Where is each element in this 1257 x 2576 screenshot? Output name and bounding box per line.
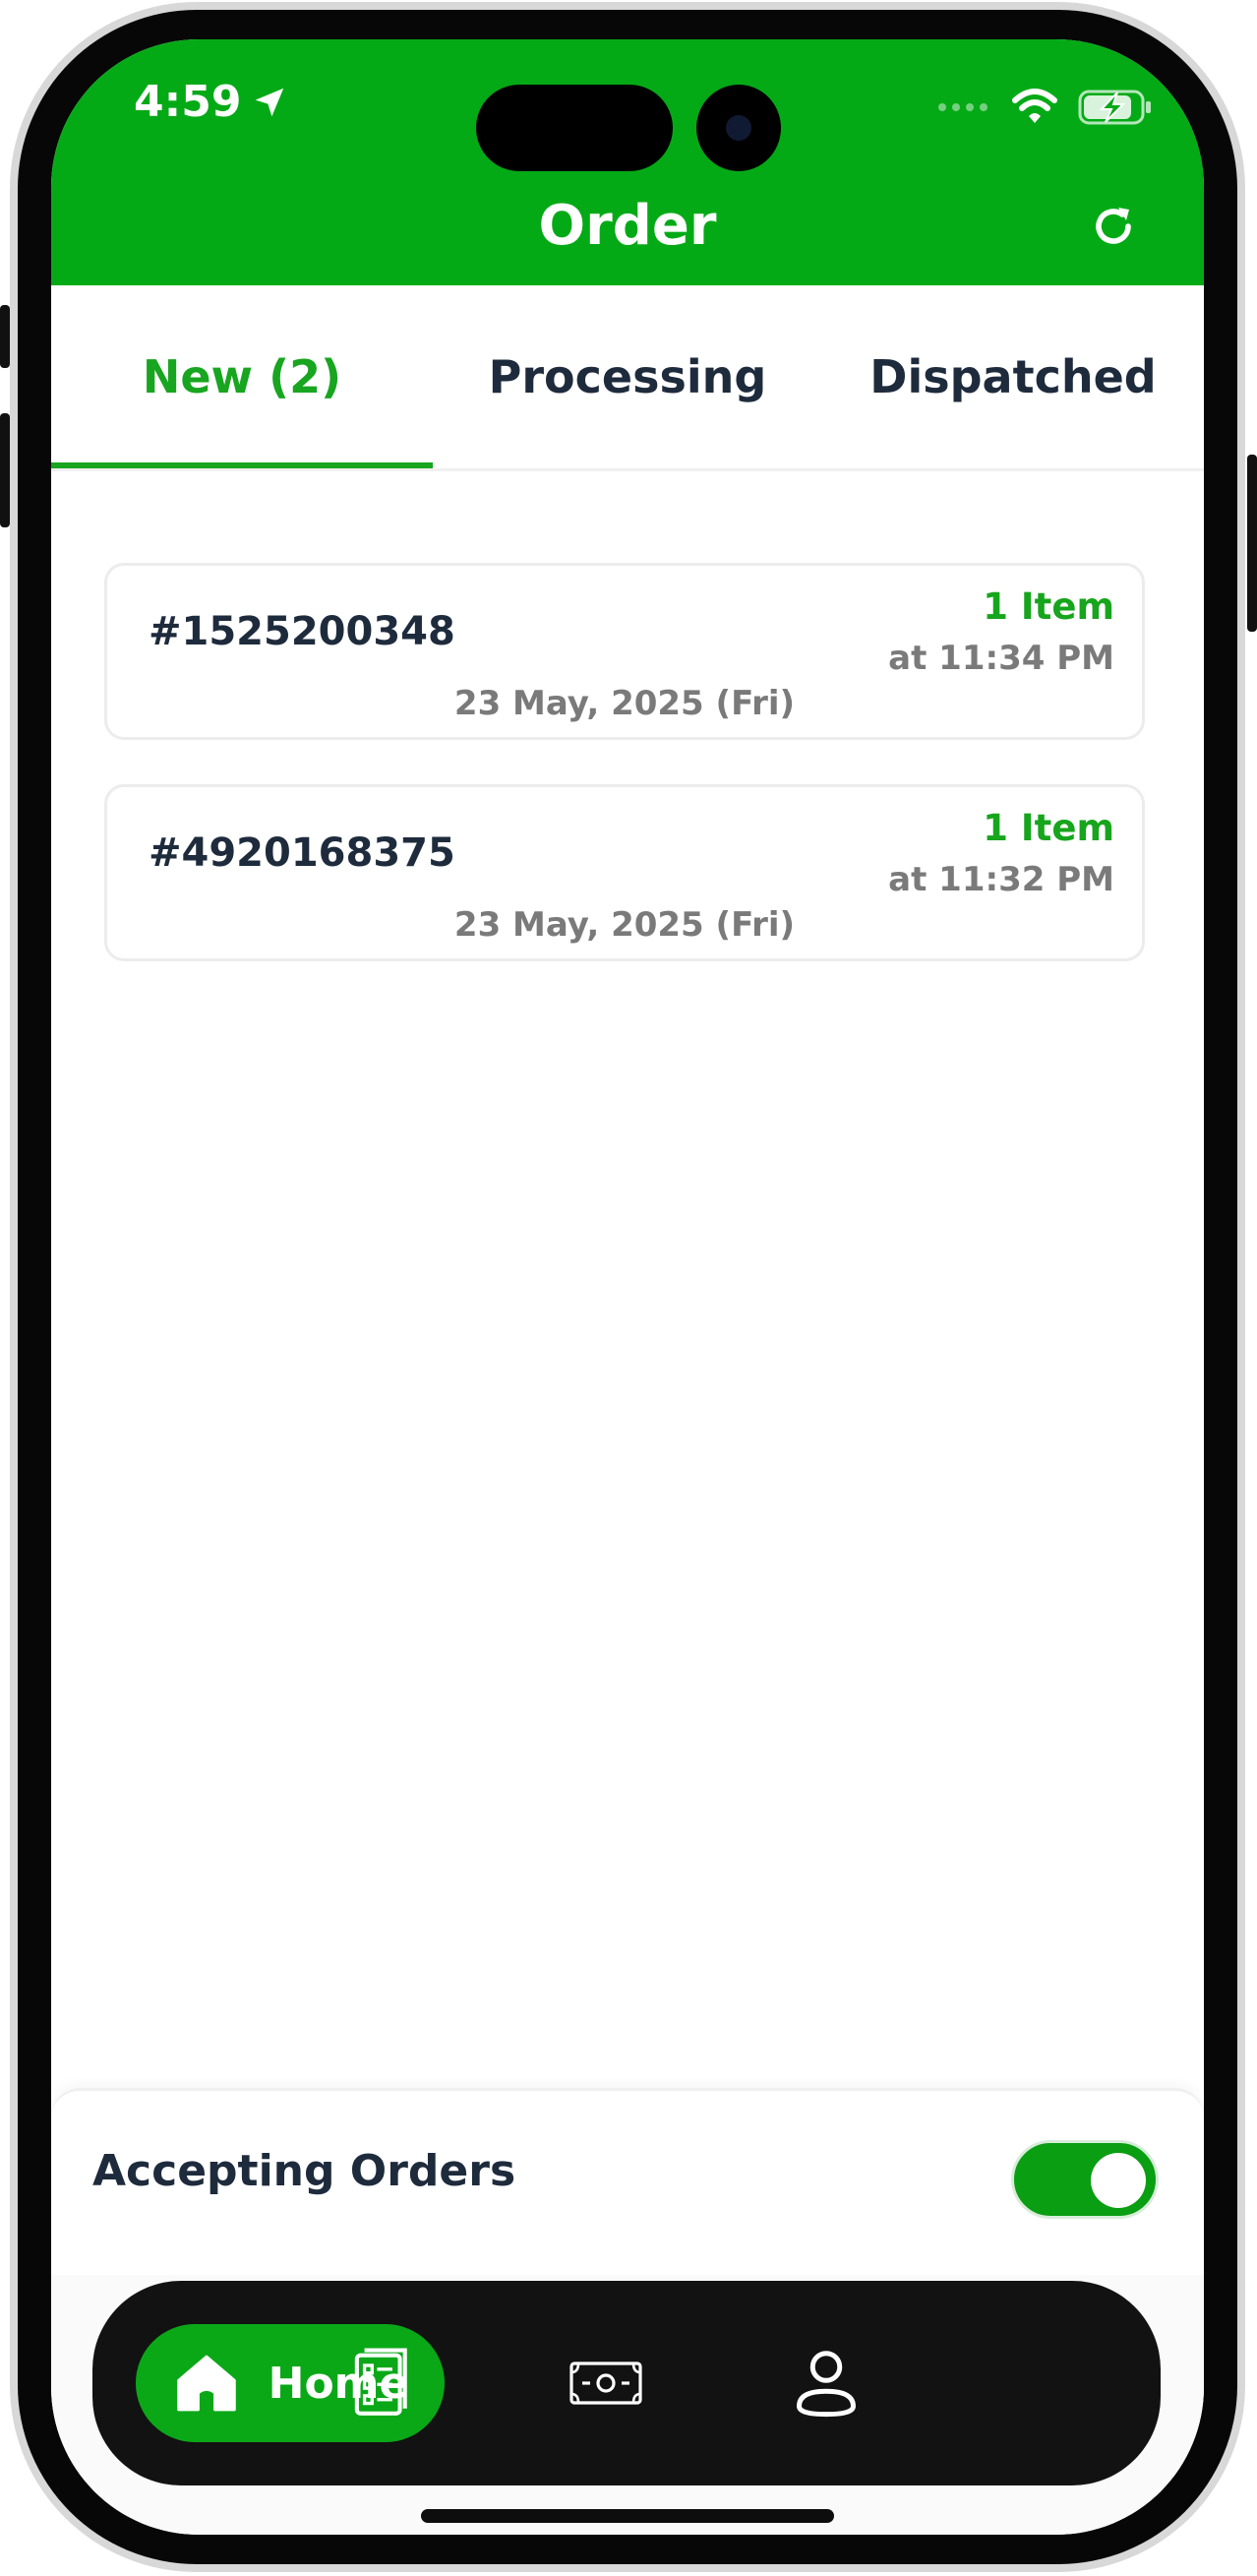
cash-icon: [569, 2361, 642, 2405]
accepting-orders-panel: Accepting Orders: [51, 2088, 1204, 2278]
status-time: 4:59: [134, 75, 288, 130]
status-time-text: 4:59: [134, 77, 242, 127]
app-header: 4:59 Order: [51, 39, 1204, 285]
bottom-nav-bar: Home: [92, 2281, 1161, 2485]
order-card[interactable]: #1525200348 1 Item at 11:34 PM 23 May, 2…: [104, 563, 1145, 740]
order-item-count: 1 Item: [983, 807, 1114, 849]
cellular-signal-icon: [938, 103, 988, 111]
home-indicator: [421, 2509, 834, 2523]
tab-processing[interactable]: Processing: [433, 285, 822, 468]
camera-lens: [726, 115, 751, 141]
toggle-knob: [1091, 2153, 1146, 2208]
nav-orders-button[interactable]: [340, 2344, 419, 2423]
tab-new[interactable]: New (2): [51, 285, 433, 468]
order-id: #4920168375: [149, 830, 455, 876]
silent-switch: [0, 305, 10, 368]
nav-profile-button[interactable]: [787, 2344, 866, 2423]
order-item-count: 1 Item: [983, 585, 1114, 628]
tab-dispatched[interactable]: Dispatched: [822, 285, 1204, 468]
order-card[interactable]: #4920168375 1 Item at 11:32 PM 23 May, 2…: [104, 784, 1145, 961]
refresh-icon: [1096, 208, 1131, 244]
order-status-tabs: New (2) Processing Dispatched: [51, 285, 1204, 471]
location-arrow-icon: [256, 88, 284, 117]
nav-earnings-button[interactable]: [559, 2344, 653, 2423]
wifi-icon: [1012, 89, 1057, 123]
profile-icon: [797, 2351, 856, 2418]
page-title: Order: [538, 194, 717, 258]
home-icon: [176, 2355, 236, 2412]
status-icons: [936, 83, 1153, 132]
battery-charging-icon: [1078, 90, 1151, 125]
refresh-button[interactable]: [1086, 199, 1141, 254]
order-id: #1525200348: [149, 609, 455, 654]
order-date: 23 May, 2025 (Fri): [453, 905, 796, 945]
bottom-area: Home: [51, 2275, 1204, 2535]
active-tab-indicator: [51, 462, 433, 468]
app-screen: 4:59 Order New (2) Processing Dispatched…: [51, 39, 1204, 2535]
order-date: 23 May, 2025 (Fri): [453, 684, 796, 723]
order-time: at 11:32 PM: [888, 860, 1114, 899]
front-camera: [696, 85, 781, 171]
order-time: at 11:34 PM: [888, 639, 1114, 678]
accepting-orders-toggle[interactable]: [1011, 2140, 1159, 2219]
order-list-icon: [354, 2348, 407, 2416]
accepting-orders-label: Accepting Orders: [92, 2146, 516, 2196]
power-button: [1247, 455, 1257, 632]
volume-button: [0, 413, 10, 527]
dynamic-island: [476, 85, 673, 171]
phone-device: 4:59 Order New (2) Processing Dispatched…: [0, 0, 1257, 2576]
